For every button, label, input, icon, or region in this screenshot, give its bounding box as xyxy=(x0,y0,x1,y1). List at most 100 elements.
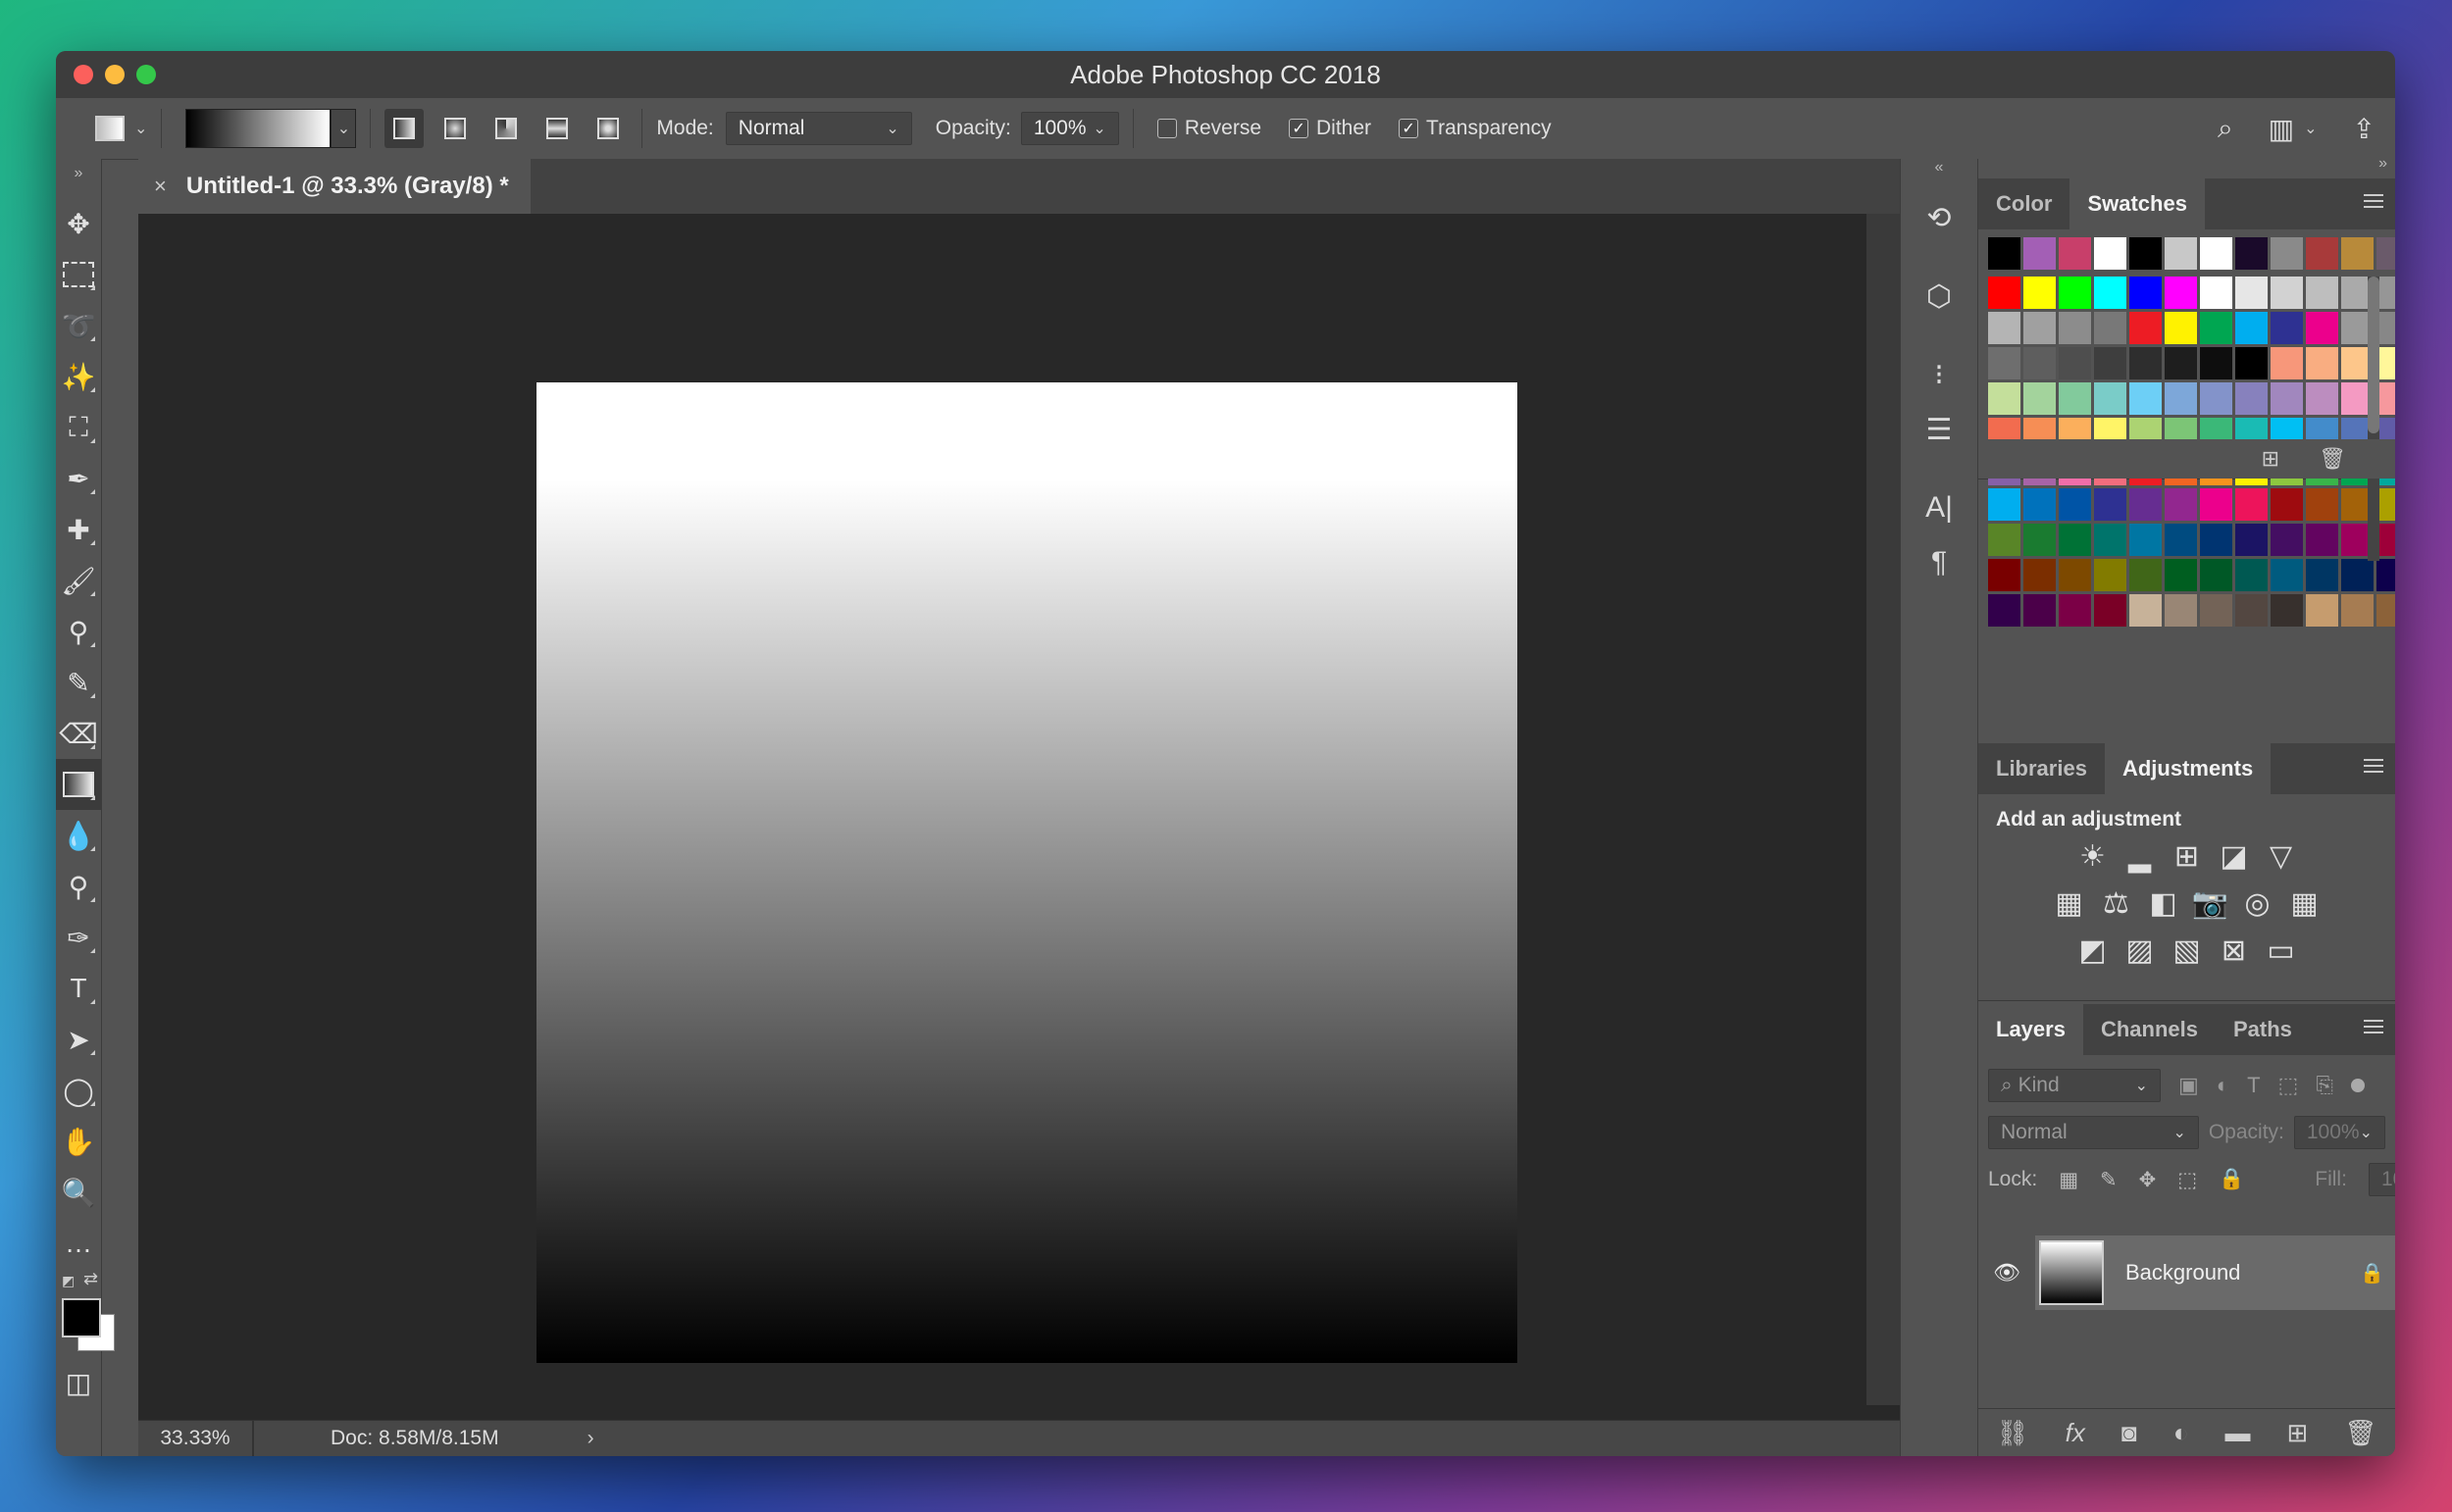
checkmark-icon[interactable]: ✓ xyxy=(1289,119,1309,138)
swatch[interactable] xyxy=(2271,312,2303,344)
history-icon[interactable]: ⟲ xyxy=(1901,190,1977,245)
swatch[interactable] xyxy=(2129,488,2162,521)
swatch[interactable] xyxy=(2235,347,2268,379)
new-group-icon[interactable]: ▬ xyxy=(2224,1418,2250,1448)
diamond-gradient-button[interactable] xyxy=(588,109,628,148)
swatch[interactable] xyxy=(1988,347,2020,379)
swatch[interactable] xyxy=(2271,594,2303,627)
history-brush-tool-icon[interactable]: ✎ xyxy=(56,657,101,708)
dither-checkbox[interactable]: ✓ Dither xyxy=(1289,117,1371,140)
tab-adjustments[interactable]: Adjustments xyxy=(2104,743,2272,794)
swatch[interactable] xyxy=(2235,237,2268,270)
swatch[interactable] xyxy=(2094,277,2126,309)
swatch[interactable] xyxy=(2165,277,2197,309)
collapse-strip-icon[interactable]: « xyxy=(1901,159,1977,178)
swatch[interactable] xyxy=(2023,312,2056,344)
default-colors-icon[interactable]: ◩ xyxy=(62,1273,75,1289)
exposure-icon[interactable]: ◪ xyxy=(2220,840,2249,873)
filter-pixel-icon[interactable]: ▣ xyxy=(2178,1073,2199,1098)
tab-swatches[interactable]: Swatches xyxy=(2069,178,2205,229)
collapse-tools-icon[interactable]: » xyxy=(56,159,101,188)
levels-icon[interactable]: ▂ xyxy=(2125,840,2155,873)
swatch[interactable] xyxy=(2271,382,2303,415)
search-icon[interactable]: ⌕ xyxy=(2218,113,2233,145)
swatch[interactable] xyxy=(2129,382,2162,415)
swatch[interactable] xyxy=(2200,312,2232,344)
swatch[interactable] xyxy=(2306,277,2338,309)
crop-tool-icon[interactable]: ⛶ xyxy=(56,402,101,453)
properties-icon[interactable]: ☰ xyxy=(1901,402,1977,457)
swatch[interactable] xyxy=(2341,594,2374,627)
swatch[interactable] xyxy=(2023,559,2056,591)
add-mask-icon[interactable]: ◙ xyxy=(2121,1418,2137,1448)
swatch[interactable] xyxy=(2306,559,2338,591)
filter-adjustment-icon[interactable]: ◐ xyxy=(2217,1073,2229,1098)
swatch[interactable] xyxy=(2271,488,2303,521)
swatch[interactable] xyxy=(2271,559,2303,591)
vertical-scrollbar[interactable] xyxy=(1866,214,1900,1405)
tab-libraries[interactable]: Libraries xyxy=(1978,743,2105,794)
canvas[interactable] xyxy=(536,382,1517,1363)
blur-tool-icon[interactable]: 💧 xyxy=(56,810,101,861)
swatch[interactable] xyxy=(2200,382,2232,415)
swatch[interactable] xyxy=(2200,559,2232,591)
swatch[interactable] xyxy=(1988,277,2020,309)
trash-icon[interactable]: 🗑 xyxy=(2319,446,2346,472)
black-white-icon[interactable]: ◧ xyxy=(2149,887,2178,920)
swap-colors-icon[interactable]: ⇄ xyxy=(83,1269,98,1289)
swatch[interactable] xyxy=(2271,347,2303,379)
curves-icon[interactable]: ⊞ xyxy=(2172,840,2202,873)
swatch[interactable] xyxy=(2023,277,2056,309)
gradient-dropdown-button[interactable]: ⌄ xyxy=(331,109,357,148)
swatch[interactable] xyxy=(2200,347,2232,379)
eraser-tool-icon[interactable]: ⌫ xyxy=(56,708,101,759)
color-lookup-icon[interactable]: ▦ xyxy=(2290,887,2320,920)
tab-paths[interactable]: Paths xyxy=(2216,1004,2310,1055)
layer-row[interactable]: 👁 Background 🔒 xyxy=(1978,1235,2395,1310)
lock-all-icon[interactable]: 🔒 xyxy=(2219,1168,2244,1191)
swatch[interactable] xyxy=(1988,524,2020,556)
swatch[interactable] xyxy=(2235,382,2268,415)
swatch[interactable] xyxy=(2235,277,2268,309)
swatch[interactable] xyxy=(2376,594,2395,627)
swatch[interactable] xyxy=(2059,277,2091,309)
new-layer-icon[interactable]: ⊞ xyxy=(2287,1418,2309,1448)
reflected-gradient-button[interactable] xyxy=(537,109,577,148)
swatch[interactable] xyxy=(2165,488,2197,521)
gradient-tool-icon[interactable] xyxy=(56,759,101,810)
path-selection-tool-icon[interactable]: ➤ xyxy=(56,1014,101,1065)
swatch[interactable] xyxy=(1988,594,2020,627)
tab-color[interactable]: Color xyxy=(1978,178,2069,229)
angle-gradient-button[interactable] xyxy=(486,109,526,148)
swatch[interactable] xyxy=(2059,382,2091,415)
posterize-icon[interactable]: ▨ xyxy=(2125,934,2155,967)
swatch[interactable] xyxy=(2200,277,2232,309)
swatch[interactable] xyxy=(2165,312,2197,344)
swatch[interactable] xyxy=(2306,488,2338,521)
transparency-checkbox[interactable]: ✓ Transparency xyxy=(1399,117,1552,140)
swatch[interactable] xyxy=(2094,594,2126,627)
lock-position-icon[interactable]: ✥ xyxy=(2139,1168,2157,1192)
lock-image-icon[interactable]: ✎ xyxy=(2100,1168,2118,1192)
move-tool-icon[interactable]: ✥ xyxy=(56,198,101,249)
minimize-window-button[interactable] xyxy=(105,65,125,84)
swatch[interactable] xyxy=(2129,312,2162,344)
close-window-button[interactable] xyxy=(74,65,93,84)
swatch[interactable] xyxy=(2023,382,2056,415)
hue-saturation-icon[interactable]: ▦ xyxy=(2055,887,2084,920)
swatch[interactable] xyxy=(2165,594,2197,627)
ellipse-tool-icon[interactable]: ◯ xyxy=(56,1065,101,1116)
magic-wand-tool-icon[interactable]: ✨ xyxy=(56,351,101,402)
swatch[interactable] xyxy=(2165,382,2197,415)
filter-kind-dropdown[interactable]: ⌕ Kind ⌄ xyxy=(1988,1069,2161,1102)
lock-transparent-icon[interactable]: ▦ xyxy=(2059,1168,2078,1192)
new-adjustment-layer-icon[interactable]: ◐ xyxy=(2173,1418,2189,1448)
zoom-level[interactable]: 33.33% xyxy=(138,1427,252,1450)
layer-row-body[interactable]: Background 🔒 xyxy=(2035,1235,2395,1310)
swatch[interactable] xyxy=(2306,312,2338,344)
swatch[interactable] xyxy=(2306,594,2338,627)
blend-mode-dropdown[interactable]: Normal ⌄ xyxy=(1988,1116,2199,1149)
brush-tool-icon[interactable]: 🖌 xyxy=(56,555,101,606)
collapse-panels-icon[interactable]: » xyxy=(2378,155,2387,173)
swatch[interactable] xyxy=(2129,524,2162,556)
